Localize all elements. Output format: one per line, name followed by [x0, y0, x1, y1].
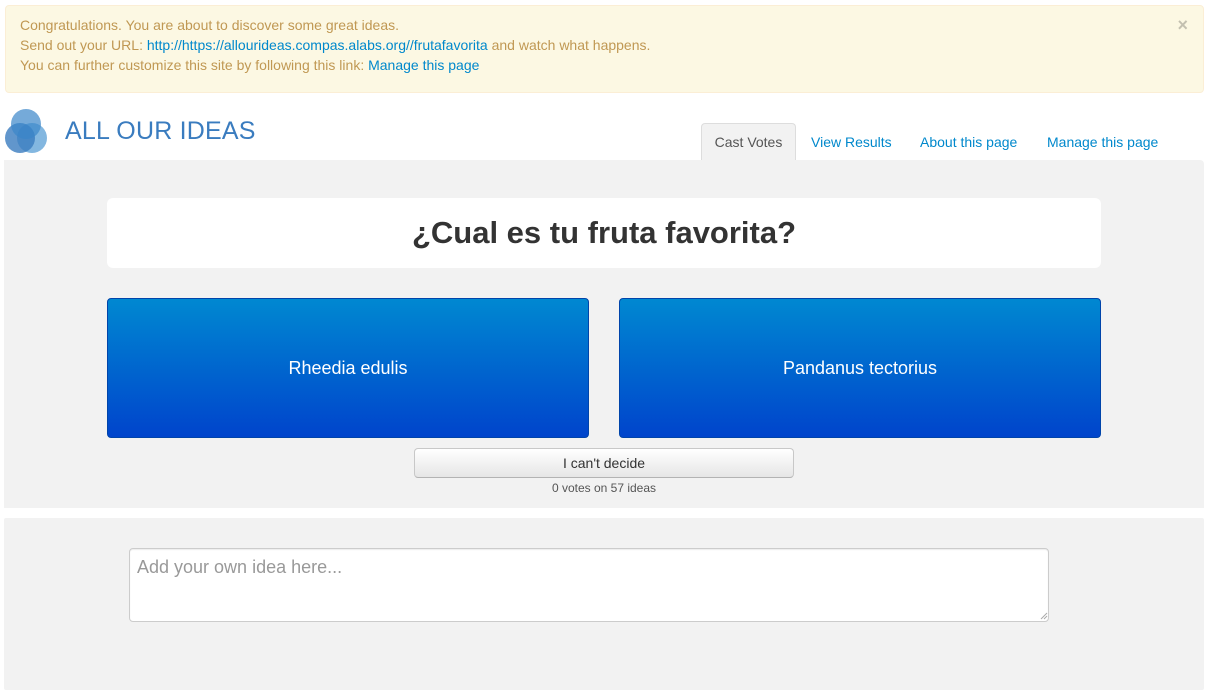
close-icon[interactable]: × [1177, 15, 1188, 35]
resize-grip-icon[interactable] [1040, 612, 1048, 620]
tab-cast-votes[interactable]: Cast Votes [701, 123, 796, 161]
alert-line-2: Send out your URL: http://https://allour… [20, 35, 1203, 55]
add-idea-input[interactable] [129, 548, 1049, 622]
left-choice-button[interactable]: Rheedia edulis [107, 298, 589, 438]
voting-panel: ¿Cual es tu fruta favorita? Rheedia edul… [4, 160, 1204, 508]
three-petal-logo-icon [5, 109, 47, 153]
alert-url-suffix: and watch what happens. [487, 37, 651, 53]
tab-view-results[interactable]: View Results [811, 123, 892, 161]
cant-decide-button[interactable]: I can't decide [414, 448, 794, 478]
site-logo[interactable]: ALL OUR IDEAS [4, 102, 264, 154]
congratulations-alert: Congratulations. You are about to discov… [5, 5, 1204, 93]
vote-count-text: 0 votes on 57 ideas [551, 481, 657, 495]
question-title: ¿Cual es tu fruta favorita? [411, 215, 797, 250]
alert-customize-prefix: You can further customize this site by f… [20, 57, 369, 73]
tab-about-this-page[interactable]: About this page [920, 123, 1017, 161]
tab-manage-this-page[interactable]: Manage this page [1047, 123, 1158, 161]
alert-line-1: Congratulations. You are about to discov… [20, 17, 400, 33]
share-url-link[interactable]: http://https://allourideas.compas.alabs.… [147, 37, 488, 53]
right-choice-button[interactable]: Pandanus tectorius [619, 298, 1101, 438]
question-box: ¿Cual es tu fruta favorita? [107, 198, 1101, 268]
alert-line-3: You can further customize this site by f… [20, 55, 1203, 75]
alert-manage-link[interactable]: Manage this page [368, 57, 479, 73]
alert-url-prefix: Send out your URL: [20, 37, 147, 53]
logo-text: ALL OUR IDEAS [65, 117, 256, 145]
add-idea-panel [4, 518, 1204, 690]
